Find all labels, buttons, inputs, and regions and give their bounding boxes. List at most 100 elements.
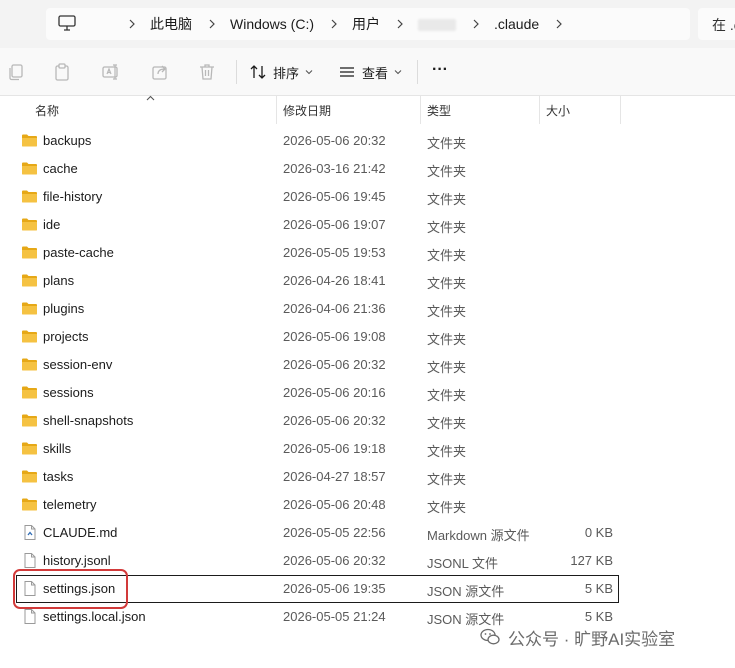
sort-button[interactable]: 排序 xyxy=(249,61,319,83)
folder-icon xyxy=(22,134,37,147)
file-row[interactable]: projects 2026-05-06 19:08 文件夹 xyxy=(0,323,735,351)
file-date: 2026-05-06 20:16 xyxy=(283,385,386,400)
file-name: session-env xyxy=(43,357,113,372)
file-name: ide xyxy=(43,217,61,232)
markdown-file-icon xyxy=(24,525,36,540)
search-input[interactable]: 在 .c xyxy=(698,8,735,40)
file-row[interactable]: shell-snapshots 2026-05-06 20:32 文件夹 xyxy=(0,407,735,435)
folder-icon xyxy=(22,190,37,203)
column-type[interactable]: 类型 xyxy=(420,96,539,124)
file-name: paste-cache xyxy=(43,245,114,260)
breadcrumb-username-redacted[interactable] xyxy=(418,19,457,31)
file-size: 5 KB xyxy=(584,609,613,624)
file-date: 2026-04-27 18:57 xyxy=(283,469,386,484)
file-type: 文件夹 xyxy=(427,388,467,403)
copy-icon[interactable] xyxy=(6,62,26,82)
folder-icon xyxy=(22,218,37,231)
more-options-button[interactable]: ··· xyxy=(432,59,448,81)
file-row[interactable]: cache 2026-03-16 21:42 文件夹 xyxy=(0,155,735,183)
computer-icon[interactable] xyxy=(58,15,76,31)
folder-icon xyxy=(22,330,37,343)
file-name: settings.local.json xyxy=(43,609,146,624)
chevron-right-icon xyxy=(209,19,215,29)
file-row[interactable]: backups 2026-05-06 20:32 文件夹 xyxy=(0,127,735,155)
file-date: 2026-05-06 20:32 xyxy=(283,553,386,568)
delete-icon[interactable] xyxy=(197,62,217,82)
column-name[interactable]: 名称 xyxy=(28,96,276,124)
file-date: 2026-05-06 19:45 xyxy=(283,189,386,204)
sort-label: 排序 xyxy=(273,65,300,81)
file-date: 2026-05-06 20:48 xyxy=(283,497,386,512)
file-type: 文件夹 xyxy=(427,192,467,207)
file-date: 2026-04-26 18:41 xyxy=(283,273,386,288)
file-name: file-history xyxy=(43,189,103,204)
file-row[interactable]: ide 2026-05-06 19:07 文件夹 xyxy=(0,211,735,239)
file-date: 2026-05-05 19:53 xyxy=(283,245,386,260)
breadcrumb-drive-c[interactable]: Windows (C:) xyxy=(230,16,314,32)
folder-icon xyxy=(22,162,37,175)
file-row[interactable]: tasks 2026-04-27 18:57 文件夹 xyxy=(0,463,735,491)
file-row[interactable]: CLAUDE.md 2026-05-05 22:56 Markdown 源文件 0 K… xyxy=(0,519,735,547)
chevron-right-icon xyxy=(129,19,135,29)
file-type: 文件夹 xyxy=(427,332,467,347)
file-size: 0 KB xyxy=(584,525,613,540)
file-name: settings.json xyxy=(43,581,116,596)
file-date: 2026-05-06 19:18 xyxy=(283,441,386,456)
file-date: 2026-05-06 19:35 xyxy=(283,581,386,596)
column-size[interactable]: 大小 xyxy=(539,96,620,124)
file-row[interactable]: sessions 2026-05-06 20:16 文件夹 xyxy=(0,379,735,407)
sort-icon xyxy=(250,65,266,79)
chevron-down-icon xyxy=(394,70,402,75)
folder-icon xyxy=(22,498,37,511)
chevron-right-icon[interactable] xyxy=(555,19,563,29)
file-row[interactable]: plans 2026-04-26 18:41 文件夹 xyxy=(0,267,735,295)
file-row[interactable]: settings.json 2026-05-06 19:35 JSON 源文件 5 K… xyxy=(0,569,735,609)
column-date[interactable]: 修改日期 xyxy=(276,96,420,124)
file-size: 127 KB xyxy=(570,553,613,568)
wechat-icon xyxy=(480,628,500,645)
file-type: 文件夹 xyxy=(427,276,467,291)
file-size: 5 KB xyxy=(584,581,613,596)
file-type: 文件夹 xyxy=(427,360,467,375)
file-type: 文件夹 xyxy=(427,472,467,487)
view-button[interactable]: 查看 xyxy=(338,61,408,83)
folder-icon xyxy=(22,470,37,483)
file-list: backups 2026-05-06 20:32 文件夹 cache 2026-03-1… xyxy=(0,127,735,631)
address-bar-row: 此电脑 Windows (C:) 用户 .claude 在 .c xyxy=(0,0,735,48)
file-date: 2026-03-16 21:42 xyxy=(283,161,386,176)
file-type: 文件夹 xyxy=(427,444,467,459)
file-row[interactable]: telemetry 2026-05-06 20:48 文件夹 xyxy=(0,491,735,519)
file-date: 2026-04-06 21:36 xyxy=(283,301,386,316)
file-row[interactable]: file-history 2026-05-06 19:45 文件夹 xyxy=(0,183,735,211)
file-name: history.jsonl xyxy=(43,553,111,568)
breadcrumb-claude[interactable]: .claude xyxy=(494,16,539,32)
folder-icon xyxy=(22,358,37,371)
column-divider[interactable] xyxy=(620,96,621,124)
file-name: CLAUDE.md xyxy=(43,525,118,540)
paste-icon[interactable] xyxy=(52,62,72,82)
file-row[interactable]: plugins 2026-04-06 21:36 文件夹 xyxy=(0,295,735,323)
file-date: 2026-05-06 20:32 xyxy=(283,357,386,372)
file-name: projects xyxy=(43,329,89,344)
file-date: 2026-05-06 19:08 xyxy=(283,329,386,344)
file-type: 文件夹 xyxy=(427,220,467,235)
toolbar-divider xyxy=(417,60,418,84)
file-row[interactable]: paste-cache 2026-05-05 19:53 文件夹 xyxy=(0,239,735,267)
file-name: plugins xyxy=(43,301,85,316)
folder-icon xyxy=(22,442,37,455)
watermark: 公众号 · 旷野AI实验室 xyxy=(480,624,675,650)
chevron-right-icon xyxy=(397,19,403,29)
file-type: JSONL 文件 xyxy=(427,556,499,571)
breadcrumb[interactable]: 此电脑 Windows (C:) 用户 .claude xyxy=(46,8,690,40)
share-icon[interactable] xyxy=(150,62,170,82)
folder-icon xyxy=(22,386,37,399)
rename-icon[interactable] xyxy=(101,62,121,82)
file-name: cache xyxy=(43,161,78,176)
folder-icon xyxy=(22,274,37,287)
breadcrumb-this-pc[interactable]: 此电脑 xyxy=(150,14,192,34)
file-row[interactable]: session-env 2026-05-06 20:32 文件夹 xyxy=(0,351,735,379)
folder-icon xyxy=(22,302,37,315)
file-row[interactable]: skills 2026-05-06 19:18 文件夹 xyxy=(0,435,735,463)
folder-icon xyxy=(22,414,37,427)
breadcrumb-users[interactable]: 用户 xyxy=(352,14,380,34)
